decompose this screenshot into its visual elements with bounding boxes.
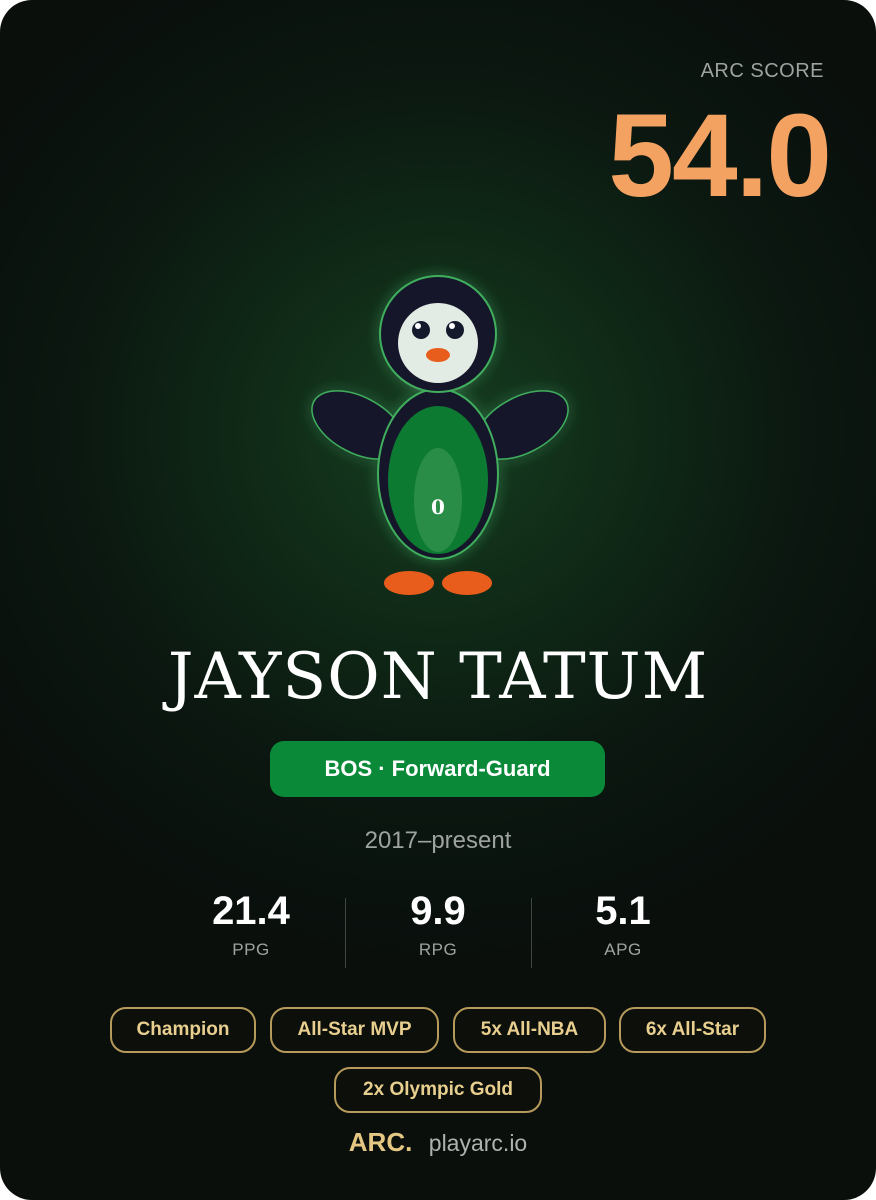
right-foot xyxy=(442,571,492,595)
brand-logo: ARC. xyxy=(348,1127,413,1157)
left-foot xyxy=(384,571,434,595)
left-eye xyxy=(412,321,430,339)
jersey-number: 0 xyxy=(431,495,445,519)
badge-champion: Champion xyxy=(110,1007,256,1053)
badge-all-star-mvp: All-Star MVP xyxy=(270,1007,439,1053)
beak xyxy=(426,348,450,362)
stat-value: 9.9 xyxy=(410,889,466,933)
penguin-face xyxy=(398,303,478,383)
career-years: 2017–present xyxy=(364,827,512,854)
right-eye xyxy=(446,321,464,339)
stat-divider xyxy=(345,898,346,968)
stat-label: PPG xyxy=(232,940,270,959)
team-position-pill: BOS · Forward-Guard xyxy=(270,741,605,797)
badge-olympic-gold: 2x Olympic Gold xyxy=(334,1067,542,1113)
player-name: JAYSON TATUM xyxy=(167,640,709,714)
badge-all-nba: 5x All-NBA xyxy=(453,1007,606,1053)
site-url: playarc.io xyxy=(428,1130,528,1156)
stat-ppg: 21.4 PPG xyxy=(171,888,331,960)
stat-divider xyxy=(531,898,532,968)
stat-rpg: 9.9 RPG xyxy=(358,888,518,960)
stat-apg: 5.1 APG xyxy=(543,888,703,960)
badge-all-star: 6x All-Star xyxy=(619,1007,766,1053)
stat-label: APG xyxy=(604,940,642,959)
stat-value: 5.1 xyxy=(595,889,651,933)
penguin-mascot: 0 xyxy=(311,275,569,595)
team-position-text: BOS · Forward-Guard xyxy=(324,756,551,781)
stat-label: RPG xyxy=(418,940,458,959)
stat-value: 21.4 xyxy=(212,889,290,933)
player-card: ARC SCORE 54.0 0 JAYSON TATUM BOS · Forw… xyxy=(0,0,876,1200)
footer: ARC. playarc.io xyxy=(0,1126,876,1163)
